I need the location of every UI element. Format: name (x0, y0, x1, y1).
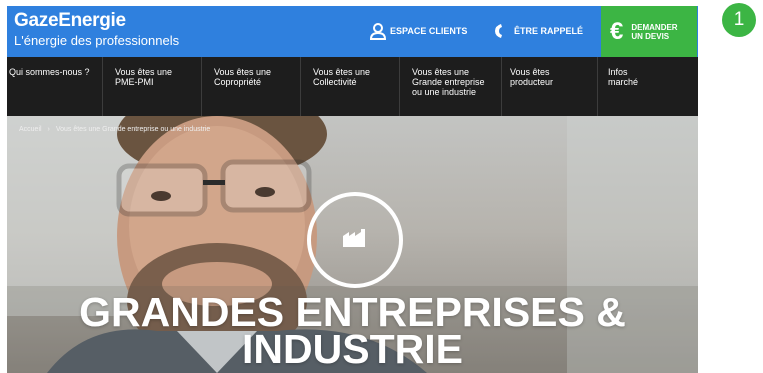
brand-name: GazeEnergie (14, 10, 126, 31)
brand-tagline: L'énergie des professionnels (14, 33, 180, 48)
hero-title: GRANDES ENTREPRISES & INDUSTRIE (7, 292, 698, 372)
nav-collectivite[interactable]: Vous êtes une Collectivité (313, 57, 398, 116)
nav-copropriete[interactable]: Vous êtes une Copropriété (214, 57, 299, 116)
breadcrumb-home-link[interactable]: Accueil (19, 126, 42, 133)
nav-item-label: producteur (510, 77, 554, 87)
nav-item-label: Qui sommes-nous ? (9, 67, 90, 77)
user-icon (369, 22, 387, 40)
nav-item-label: Infos (608, 67, 628, 77)
nav-item-label: Vous êtes (510, 67, 550, 77)
euro-icon: € (610, 17, 624, 45)
nav-divider (597, 57, 598, 116)
nav-item-label: Vous êtes une (115, 67, 173, 77)
step-number-badge: 1 (722, 3, 756, 37)
site-header: GazeEnergie L'énergie des professionnels… (7, 6, 698, 57)
hero-title-line2: INDUSTRIE (242, 326, 463, 372)
demander-devis-button[interactable]: € DEMANDER UN DEVIS (601, 6, 697, 57)
devis-label-line2: UN DEVIS (631, 31, 670, 41)
breadcrumb-separator: › (47, 126, 50, 133)
factory-icon (343, 229, 365, 247)
nav-item-label: Vous êtes une (313, 67, 371, 77)
nav-grande-entreprise[interactable]: Vous êtes une Grande entreprise ou une i… (412, 57, 500, 116)
nav-item-label: PME-PMI (115, 77, 154, 87)
nav-item-label: Vous êtes une (412, 67, 470, 77)
nav-item-label: Collectivité (313, 77, 357, 87)
devis-label-line1: DEMANDER (631, 22, 678, 32)
phone-icon (494, 23, 504, 39)
nav-qui-sommes-nous[interactable]: Qui sommes-nous ? (9, 57, 101, 116)
nav-item-label: marché (608, 77, 639, 87)
nav-divider (501, 57, 502, 116)
factory-circle (307, 192, 403, 288)
nav-pme-pmi[interactable]: Vous êtes une PME-PMI (115, 57, 200, 116)
nav-divider (201, 57, 202, 116)
nav-producteur[interactable]: Vous êtes producteur (510, 57, 595, 116)
nav-infos-marche[interactable]: Infos marché (608, 57, 693, 116)
nav-item-label: ou une industrie (412, 87, 477, 97)
etre-rappele-label: ÊTRE RAPPELÉ (514, 26, 584, 36)
breadcrumb-current: Vous êtes une Grande entreprise ou une i… (55, 126, 211, 133)
nav-item-label: Grande entreprise (412, 77, 485, 87)
breadcrumb: Accueil › Vous êtes une Grande entrepris… (19, 126, 214, 133)
nav-item-label: Copropriété (214, 77, 262, 87)
nav-divider (399, 57, 400, 116)
main-navigation: Qui sommes-nous ? Vous êtes une PME-PMI … (7, 57, 698, 116)
espace-clients-link[interactable]: ESPACE CLIENTS (369, 21, 467, 41)
hero-banner: Accueil › Vous êtes une Grande entrepris… (7, 116, 698, 373)
website-frame: GazeEnergie L'énergie des professionnels… (7, 6, 698, 373)
nav-divider (300, 57, 301, 116)
espace-clients-label: ESPACE CLIENTS (390, 26, 468, 36)
nav-divider (102, 57, 103, 116)
etre-rappele-link[interactable]: ÊTRE RAPPELÉ (494, 21, 583, 41)
nav-item-label: Vous êtes une (214, 67, 272, 77)
logo[interactable]: GazeEnergie L'énergie des professionnels (14, 10, 179, 49)
